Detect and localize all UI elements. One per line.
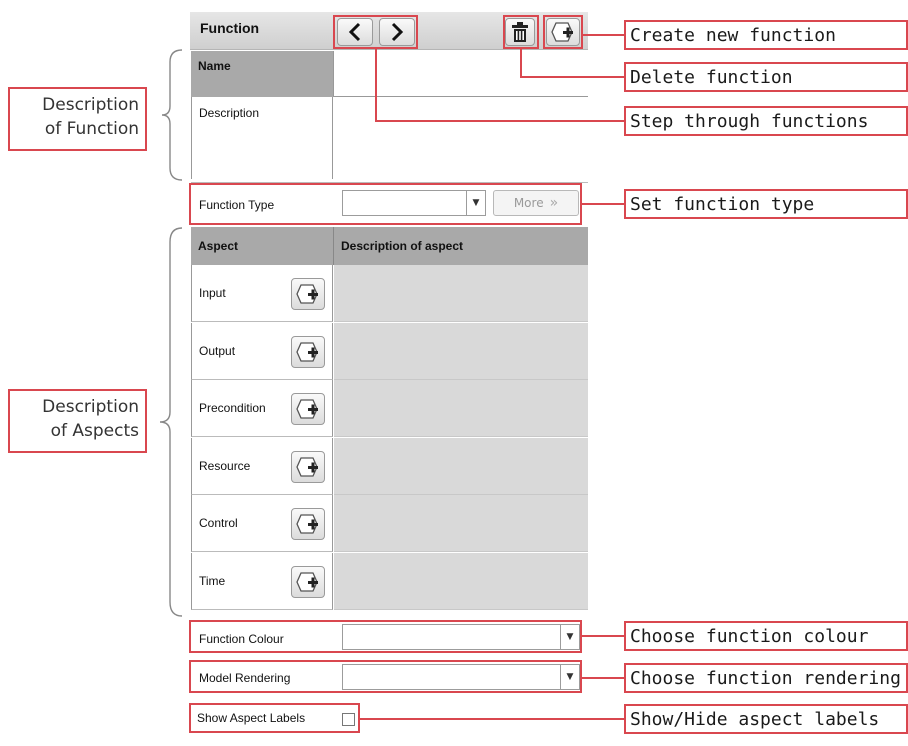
aspect-description-cell[interactable] [334,552,588,610]
aspect-label: Resource [199,458,251,473]
name-label: Name [191,51,333,97]
connector-labels [360,718,625,720]
aspect-label: Output [199,343,236,358]
add-aspect-button[interactable] [291,393,325,425]
callout-step-through-functions: Step through functions [624,106,908,136]
description-of-function-line1: Description [42,95,139,115]
add-shape-icon [296,571,318,592]
name-input[interactable] [333,51,588,97]
callout-delete-function: Delete function [624,62,908,92]
add-aspect-button[interactable] [291,335,325,368]
function-colour-highlight [189,620,582,653]
description-input[interactable] [334,97,588,179]
connector-delete-h [520,76,625,78]
aspect-label: Input [199,286,226,300]
aspect-description-cell[interactable] [334,322,588,380]
description-of-aspects-line2: of Aspects [50,421,139,441]
panel-title: Function [200,20,260,36]
create-button-highlight [543,15,583,49]
connector-colour [582,635,625,637]
callout-create-function: Create new function [624,20,908,50]
callout-show-hide-aspect-labels: Show/Hide aspect labels [624,704,908,734]
aspect-description-cell[interactable] [334,437,588,495]
connector-rendering [582,677,625,679]
add-aspect-button[interactable] [291,278,325,310]
aspect-description-cell[interactable] [334,380,588,437]
description-of-aspects-line1: Description [42,397,139,417]
connector-create [583,34,625,36]
description-label-text: Description [199,106,260,120]
description-label: Description [191,97,333,179]
aspect-header-text: Aspect [198,239,239,253]
callout-choose-function-colour: Choose function colour [624,621,908,651]
description-of-function-line2: of Function [44,119,139,139]
add-aspect-button[interactable] [291,450,325,483]
aspect-label: Precondition [199,401,266,415]
aspect-description-cell[interactable] [334,265,588,322]
model-rendering-highlight [189,660,582,693]
function-type-highlight [189,183,582,225]
aspect-header: Aspect [191,227,333,265]
callout-set-function-type: Set function type [624,189,908,219]
step-buttons-highlight [333,15,418,49]
add-shape-icon [296,514,318,534]
add-shape-icon [296,456,318,477]
description-of-function-label: Description of Function [8,87,147,151]
aspect-description-header-text: Description of aspect [341,239,464,253]
connector-delete-v [520,49,522,77]
aspect-label: Time [199,573,226,588]
show-aspect-labels-highlight [189,703,360,733]
connector-type [582,203,625,205]
add-aspect-button[interactable] [291,565,325,598]
connector-step-h [375,120,625,122]
connector-step-v [375,49,377,121]
aspect-label: Control [199,516,238,530]
brace-function [161,49,183,181]
add-shape-icon [296,284,318,304]
name-label-text: Name [198,59,231,73]
add-shape-icon [296,341,318,362]
description-of-aspects-label: Description of Aspects [8,389,147,453]
delete-button-highlight [503,15,539,49]
add-shape-icon [296,399,318,419]
brace-aspects [159,227,183,617]
callout-choose-function-rendering: Choose function rendering [624,663,908,693]
aspect-description-cell[interactable] [334,495,588,552]
aspect-description-header: Description of aspect [333,227,588,265]
add-aspect-button[interactable] [291,508,325,540]
